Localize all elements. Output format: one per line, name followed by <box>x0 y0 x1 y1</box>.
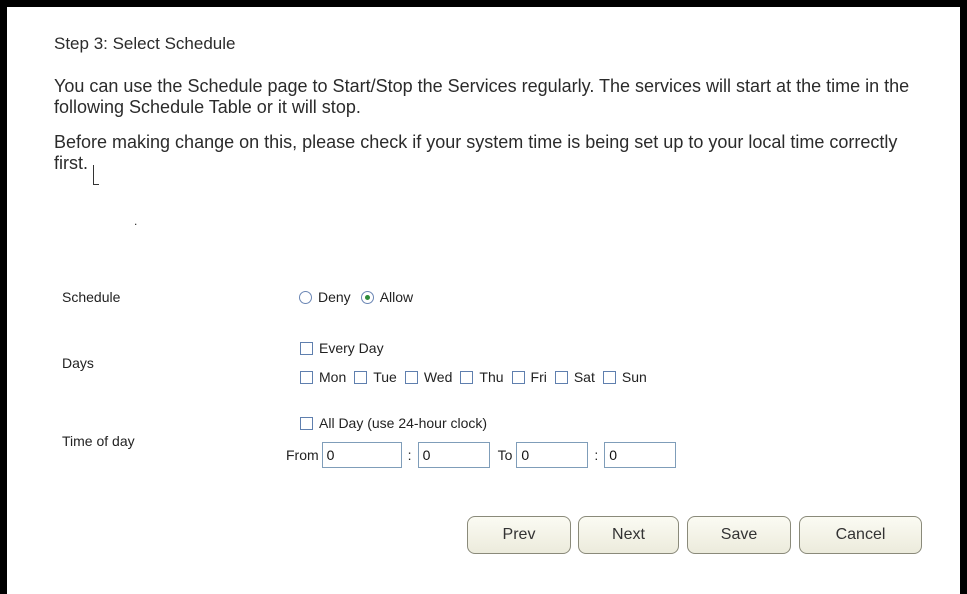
radio-allow[interactable] <box>360 290 374 304</box>
time-of-day-label: Time of day <box>62 433 135 449</box>
schedule-radio-group: Deny Allow <box>299 289 413 305</box>
checkbox-thu[interactable] <box>460 370 474 384</box>
all-day-checkbox[interactable] <box>300 416 313 430</box>
checkbox-sun[interactable] <box>602 370 616 384</box>
checkbox-tue[interactable] <box>354 370 368 384</box>
to-hour-input[interactable] <box>516 442 589 468</box>
text-cursor-icon <box>93 165 94 185</box>
radio-deny[interactable] <box>299 290 312 304</box>
stray-dot: . <box>134 214 138 228</box>
every-day-label: Every Day <box>319 340 384 356</box>
from-minute-input[interactable] <box>417 442 490 468</box>
checkbox-wed[interactable] <box>404 370 418 384</box>
label-sun: Sun <box>621 369 647 385</box>
checkbox-mon[interactable] <box>300 370 313 384</box>
text-cursor-foot <box>93 184 99 185</box>
day-checkbox-row: Mon Tue Wed Thu Fri Sat Sun <box>300 369 647 385</box>
save-button[interactable]: Save <box>687 516 791 554</box>
time-range-row: From : To : <box>286 442 677 468</box>
checkbox-sat[interactable] <box>554 370 568 384</box>
intro-text: You can use the Schedule page to Start/S… <box>54 76 910 117</box>
every-day-checkbox[interactable] <box>300 341 313 355</box>
checkbox-fri[interactable] <box>511 370 525 384</box>
radio-allow-label: Allow <box>379 289 414 305</box>
label-fri: Fri <box>530 369 547 385</box>
radio-selected-dot <box>364 294 370 300</box>
note-text: Before making change on this, please che… <box>54 132 898 173</box>
from-hour-input[interactable] <box>321 442 402 468</box>
next-button[interactable]: Next <box>578 516 679 554</box>
days-label: Days <box>62 355 94 371</box>
to-time-separator: : <box>594 447 599 463</box>
label-thu: Thu <box>479 369 504 385</box>
label-mon: Mon <box>319 369 347 385</box>
from-time-separator: : <box>407 447 412 463</box>
to-minute-input[interactable] <box>604 442 677 468</box>
radio-deny-label: Deny <box>318 289 351 305</box>
every-day-row: Every Day <box>300 340 384 356</box>
schedule-label: Schedule <box>62 289 121 305</box>
from-label: From <box>286 447 319 463</box>
label-sat: Sat <box>573 369 595 385</box>
all-day-row: All Day (use 24-hour clock) <box>300 415 487 431</box>
label-tue: Tue <box>373 369 397 385</box>
all-day-label: All Day (use 24-hour clock) <box>319 415 488 431</box>
prev-button[interactable]: Prev <box>467 516 571 554</box>
label-wed: Wed <box>423 369 453 385</box>
to-label: To <box>497 447 513 463</box>
step-title: Step 3: Select Schedule <box>54 34 236 53</box>
cancel-button[interactable]: Cancel <box>799 516 922 554</box>
